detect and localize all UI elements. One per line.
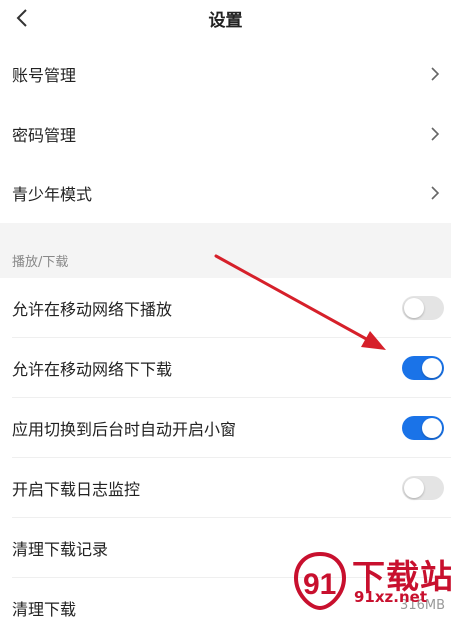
row-label: 应用切换到后台时自动开启小窗 xyxy=(12,419,237,439)
row-label: 青少年模式 xyxy=(12,184,93,204)
page-title: 设置 xyxy=(208,11,243,31)
chevron-right-icon xyxy=(431,185,440,200)
toggle-row-mobile-download: 允许在移动网络下下载 xyxy=(0,338,451,397)
toggle-knob xyxy=(422,417,442,438)
row-label: 允许在移动网络下下载 xyxy=(12,359,173,379)
mini-window-toggle[interactable] xyxy=(402,415,444,440)
toggle-row-download-log: 开启下载日志监控 xyxy=(0,458,451,517)
section-header: 播放/下载 xyxy=(0,223,451,278)
chevron-right-icon xyxy=(431,66,440,81)
mobile-playback-toggle[interactable] xyxy=(402,295,444,320)
toggle-knob xyxy=(404,477,424,498)
row-label: 账号管理 xyxy=(12,65,77,85)
mobile-download-toggle[interactable] xyxy=(402,355,444,380)
row-label: 允许在移动网络下播放 xyxy=(12,299,173,319)
teen-mode-row[interactable]: 青少年模式 xyxy=(0,163,451,222)
top-bar: 设置 xyxy=(0,0,451,36)
row-label: 清理下载记录 xyxy=(12,539,109,559)
watermark-site: 91xz.net xyxy=(354,588,428,606)
watermark-logo-icon: 91 xyxy=(293,551,347,611)
password-management-row[interactable]: 密码管理 xyxy=(0,104,451,163)
row-label: 密码管理 xyxy=(12,125,77,145)
account-management-row[interactable]: 账号管理 xyxy=(0,44,451,103)
toggle-knob xyxy=(422,357,442,378)
row-label: 开启下载日志监控 xyxy=(12,479,141,499)
toggle-knob xyxy=(404,297,424,318)
toggle-row-mobile-playback: 允许在移动网络下播放 xyxy=(0,278,451,337)
toggle-row-background-mini-window: 应用切换到后台时自动开启小窗 xyxy=(0,398,451,457)
section-title: 播放/下载 xyxy=(12,255,69,270)
svg-text:91: 91 xyxy=(303,568,336,601)
download-log-toggle[interactable] xyxy=(402,475,444,500)
chevron-right-icon xyxy=(431,126,440,141)
row-label: 清理下载 xyxy=(12,599,77,619)
watermark: 91 下载站 91xz.net xyxy=(290,548,451,613)
